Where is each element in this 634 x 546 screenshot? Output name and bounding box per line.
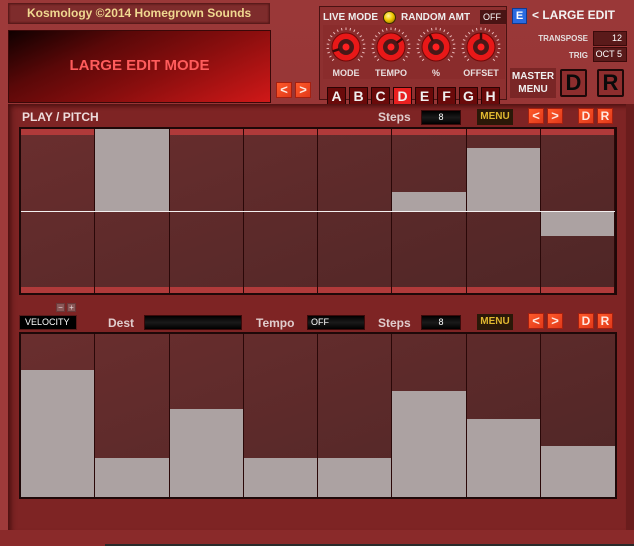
step-cell-4[interactable] — [243, 334, 318, 497]
velocity-steps-field[interactable]: 8 — [421, 315, 461, 330]
knob-label: % — [431, 68, 440, 78]
live-mode-panel: LIVE MODE RANDOM AMT OFF MODE TEMPO% OFFSE… — [319, 6, 507, 105]
knob-percent[interactable] — [416, 27, 456, 67]
large-edit-link[interactable]: < LARGE EDIT — [532, 8, 615, 22]
master-menu-button[interactable]: MASTER MENU — [510, 68, 556, 98]
transpose-field[interactable]: 12 — [593, 31, 627, 46]
step-bar-3 — [169, 408, 243, 497]
knob-mode[interactable] — [326, 27, 366, 67]
step-bar-8 — [540, 211, 614, 237]
tempo-field[interactable]: OFF — [307, 315, 365, 330]
add-lane-button[interactable]: + — [67, 303, 76, 312]
mode-display: LARGE EDIT MODE — [8, 30, 271, 103]
pattern-button-a[interactable]: A — [327, 87, 346, 105]
dest-label: Dest — [108, 316, 135, 330]
velocity-next-button[interactable]: > — [547, 313, 563, 329]
random-amt-field[interactable]: OFF — [480, 10, 506, 24]
pitch-steps-label: Steps — [378, 110, 411, 124]
step-cell-6[interactable] — [392, 334, 467, 497]
pitch-randomize-button[interactable]: R — [597, 108, 613, 124]
pitch-menu-button[interactable]: MENU — [477, 109, 513, 125]
pattern-button-e[interactable]: E — [415, 87, 434, 105]
pitch-next-button[interactable]: > — [547, 108, 563, 124]
live-mode-label: LIVE MODE — [323, 12, 379, 23]
step-cell-5[interactable] — [318, 334, 393, 497]
velocity-menu-button[interactable]: MENU — [477, 314, 513, 330]
master-menu-line2: MENU — [518, 84, 548, 95]
velocity-steps-label: Steps — [378, 316, 411, 330]
edit-badge-button[interactable]: E — [512, 8, 527, 24]
pattern-button-b[interactable]: B — [349, 87, 368, 105]
randomize-all-button[interactable]: R — [597, 69, 624, 97]
step-bar-8 — [540, 446, 615, 497]
pitch-steps-field[interactable]: 8 — [421, 110, 461, 125]
step-bar-7 — [466, 418, 540, 497]
knob-label: OFFSET — [463, 68, 499, 78]
velocity-duplicate-button[interactable]: D — [578, 313, 594, 329]
pattern-button-c[interactable]: C — [371, 87, 390, 105]
grid-center-line — [21, 211, 615, 212]
mode-prev-button[interactable]: < — [276, 82, 292, 98]
step-cell-3[interactable] — [169, 334, 244, 497]
transpose-label: TRANSPOSE — [538, 34, 588, 43]
step-cell-8[interactable] — [540, 334, 615, 497]
tempo-label: Tempo — [256, 316, 295, 330]
step-bar-2 — [95, 129, 169, 211]
left-edge — [0, 0, 8, 546]
master-menu-line1: MASTER — [511, 71, 555, 82]
duplicate-all-button[interactable]: D — [560, 69, 587, 97]
step-cell-7[interactable] — [466, 334, 541, 497]
step-bar-5 — [318, 457, 392, 497]
mode-next-button[interactable]: > — [295, 82, 311, 98]
step-bar-1 — [21, 369, 95, 497]
brand-label: Kosmology ©2014 Homegrown Sounds — [8, 3, 270, 24]
live-mode-led-toggle[interactable] — [383, 11, 396, 24]
step-bar-6 — [392, 391, 466, 497]
knob-label: MODE — [332, 68, 360, 78]
step-bar-6 — [392, 192, 466, 211]
knob-area: MODE TEMPO% OFFSET — [323, 25, 505, 79]
step-cell-1[interactable] — [21, 334, 96, 497]
pattern-button-h[interactable]: H — [481, 87, 500, 105]
remove-lane-button[interactable]: − — [56, 303, 65, 312]
velocity-step-grid[interactable] — [19, 332, 617, 499]
velocity-prev-button[interactable]: < — [528, 313, 544, 329]
pitch-prev-button[interactable]: < — [528, 108, 544, 124]
lane-target-select[interactable]: VELOCITY — [19, 315, 77, 330]
pattern-button-f[interactable]: F — [437, 87, 456, 105]
pattern-button-d[interactable]: D — [393, 87, 412, 105]
pitch-step-grid[interactable] — [19, 127, 617, 295]
trig-label: TRIG — [568, 51, 588, 60]
knob-offset[interactable] — [461, 27, 501, 67]
random-amt-label: RANDOM AMT — [401, 12, 471, 23]
pattern-button-g[interactable]: G — [459, 87, 478, 105]
knob-tempo[interactable] — [371, 27, 411, 67]
step-bar-4 — [243, 457, 317, 497]
step-bar-2 — [95, 457, 169, 497]
dest-field[interactable] — [144, 315, 242, 330]
right-edge — [626, 104, 634, 532]
velocity-randomize-button[interactable]: R — [597, 313, 613, 329]
step-bar-7 — [466, 147, 540, 211]
knob-label: TEMPO — [374, 68, 407, 78]
pitch-section-title: PLAY / PITCH — [22, 110, 99, 124]
trig-field[interactable]: OCT 5 — [593, 47, 627, 62]
pitch-duplicate-button[interactable]: D — [578, 108, 594, 124]
step-cell-2[interactable] — [95, 334, 170, 497]
sequencer-panel: Kosmology ©2014 Homegrown Sounds LARGE E… — [0, 0, 634, 546]
